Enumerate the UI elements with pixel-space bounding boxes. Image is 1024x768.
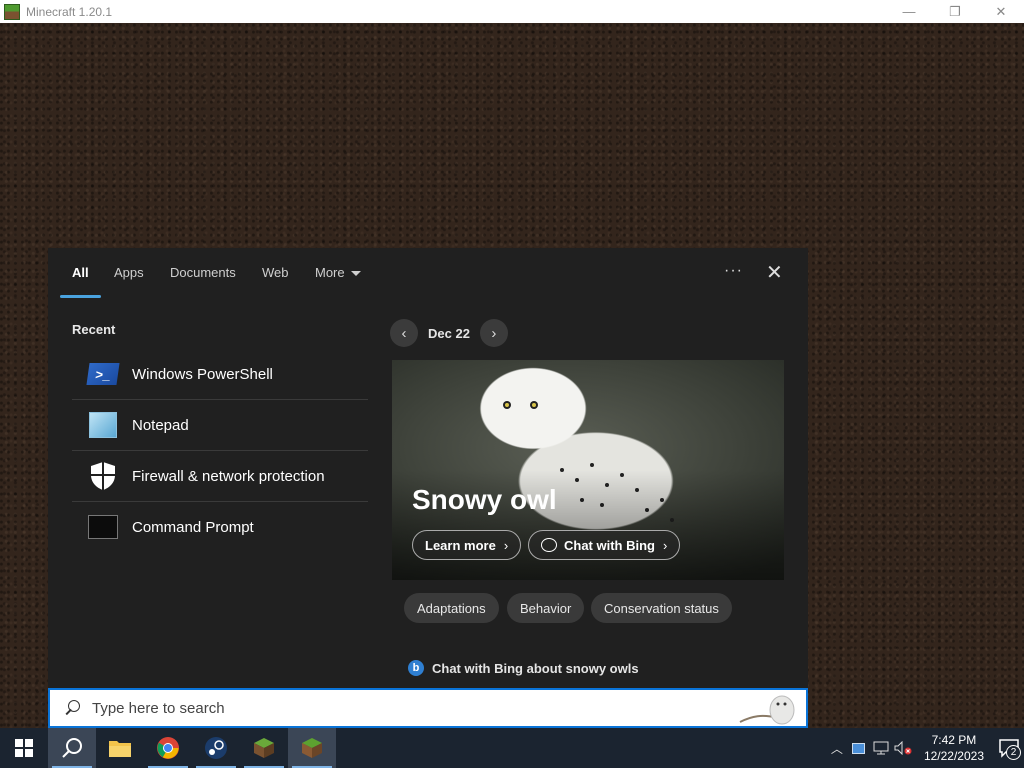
recent-item-label: Command Prompt: [132, 518, 254, 536]
system-tray: ︿ 7:42 PM 12/22/2023 2: [826, 728, 1024, 768]
learn-more-label: Learn more: [425, 537, 496, 553]
tab-apps[interactable]: Apps: [114, 265, 144, 280]
clock-date: 12/22/2023: [923, 749, 984, 763]
snowy-owl-hero-image[interactable]: Snowy owl Learn more › Chat with Bing ›: [392, 360, 784, 580]
recent-item-label: Windows PowerShell: [132, 365, 273, 383]
date-navigator: ‹ Dec 22 ›: [390, 318, 508, 348]
search-flyout: All Apps Documents Web More ··· ✕ Recent…: [48, 248, 808, 688]
tray-app-icon[interactable]: [848, 728, 870, 768]
previous-day-button[interactable]: ‹: [390, 319, 418, 347]
tab-all[interactable]: All: [72, 265, 89, 280]
powershell-icon: >_: [86, 361, 120, 387]
command-prompt-icon: [88, 514, 118, 540]
close-window-button[interactable]: ✕: [978, 0, 1024, 23]
owl-search-highlight-icon: [739, 695, 795, 725]
hero-title: Snowy owl: [412, 484, 557, 515]
more-options-icon[interactable]: ···: [724, 262, 743, 280]
window-title: Minecraft 1.20.1: [26, 4, 113, 19]
chat-bubble-icon: [541, 538, 557, 552]
search-tabs: All Apps Documents Web More ··· ✕: [48, 248, 808, 300]
start-icon: [15, 739, 33, 757]
taskbar: ︿ 7:42 PM 12/22/2023 2: [0, 728, 1024, 768]
file-explorer-icon: [109, 741, 131, 757]
next-day-button[interactable]: ›: [479, 319, 508, 347]
minecraft-launcher-button[interactable]: [240, 728, 288, 768]
recent-item-firewall[interactable]: Firewall & network protection: [72, 451, 368, 502]
tab-web[interactable]: Web: [262, 265, 289, 280]
clock-time: 7:42 PM: [931, 733, 977, 747]
minecraft-button[interactable]: [288, 728, 336, 768]
notepad-icon: [88, 412, 118, 438]
shield-icon: [88, 462, 118, 490]
chip-adaptations[interactable]: Adaptations: [404, 593, 499, 623]
minecraft-launcher-icon: [254, 738, 274, 758]
show-hidden-icons-chevron-icon[interactable]: ︿: [826, 728, 848, 768]
steam-button[interactable]: [192, 728, 240, 768]
bing-icon: b: [408, 660, 424, 676]
taskbar-search-box[interactable]: [48, 688, 808, 728]
tab-more-label: More: [315, 265, 345, 280]
steam-icon: [205, 737, 227, 759]
chip-behavior[interactable]: Behavior: [507, 593, 585, 623]
bing-prompt-label: Chat with Bing about snowy owls: [432, 660, 639, 676]
chip-conservation-status[interactable]: Conservation status: [591, 593, 732, 623]
caret-down-icon: [350, 271, 361, 277]
minimize-button[interactable]: —: [886, 0, 932, 23]
network-icon[interactable]: [870, 728, 892, 768]
start-button[interactable]: [0, 728, 48, 768]
chat-with-bing-link[interactable]: b Chat with Bing about snowy owls: [408, 660, 639, 676]
chevron-right-icon: ›: [503, 537, 509, 553]
recent-heading: Recent: [72, 322, 116, 337]
tab-more[interactable]: More: [315, 265, 361, 280]
taskbar-search-button[interactable]: [48, 728, 96, 768]
recent-item-command-prompt[interactable]: Command Prompt: [72, 502, 368, 552]
volume-muted-icon[interactable]: [892, 728, 914, 768]
chrome-button[interactable]: [144, 728, 192, 768]
minecraft-icon: [302, 738, 322, 758]
close-panel-icon[interactable]: ✕: [766, 260, 783, 285]
clock[interactable]: 7:42 PM 12/22/2023: [924, 732, 984, 764]
chrome-icon: [157, 737, 179, 759]
recent-item-label: Firewall & network protection: [132, 467, 325, 485]
notification-count: 2: [1006, 745, 1021, 760]
learn-more-button[interactable]: Learn more ›: [412, 530, 522, 560]
file-explorer-button[interactable]: [96, 728, 144, 768]
minecraft-app-icon: [4, 3, 20, 20]
tab-documents[interactable]: Documents: [170, 265, 236, 280]
search-icon: [62, 738, 82, 758]
chat-with-bing-button[interactable]: Chat with Bing ›: [528, 530, 681, 560]
restore-button[interactable]: ❐: [932, 0, 978, 23]
search-input[interactable]: [90, 698, 694, 718]
recent-item-powershell[interactable]: >_ Windows PowerShell: [72, 349, 368, 400]
window-titlebar: Minecraft 1.20.1 — ❐ ✕: [0, 0, 1024, 24]
active-tab-indicator: [60, 295, 101, 298]
chevron-right-icon: ›: [663, 537, 668, 553]
action-center-button[interactable]: 2: [994, 728, 1024, 768]
recent-item-label: Notepad: [132, 416, 189, 434]
recent-item-notepad[interactable]: Notepad: [72, 400, 368, 451]
highlight-date: Dec 22: [428, 325, 470, 341]
window-controls: — ❐ ✕: [886, 0, 1024, 23]
chat-with-bing-label: Chat with Bing: [564, 537, 655, 553]
search-icon: [62, 698, 82, 718]
